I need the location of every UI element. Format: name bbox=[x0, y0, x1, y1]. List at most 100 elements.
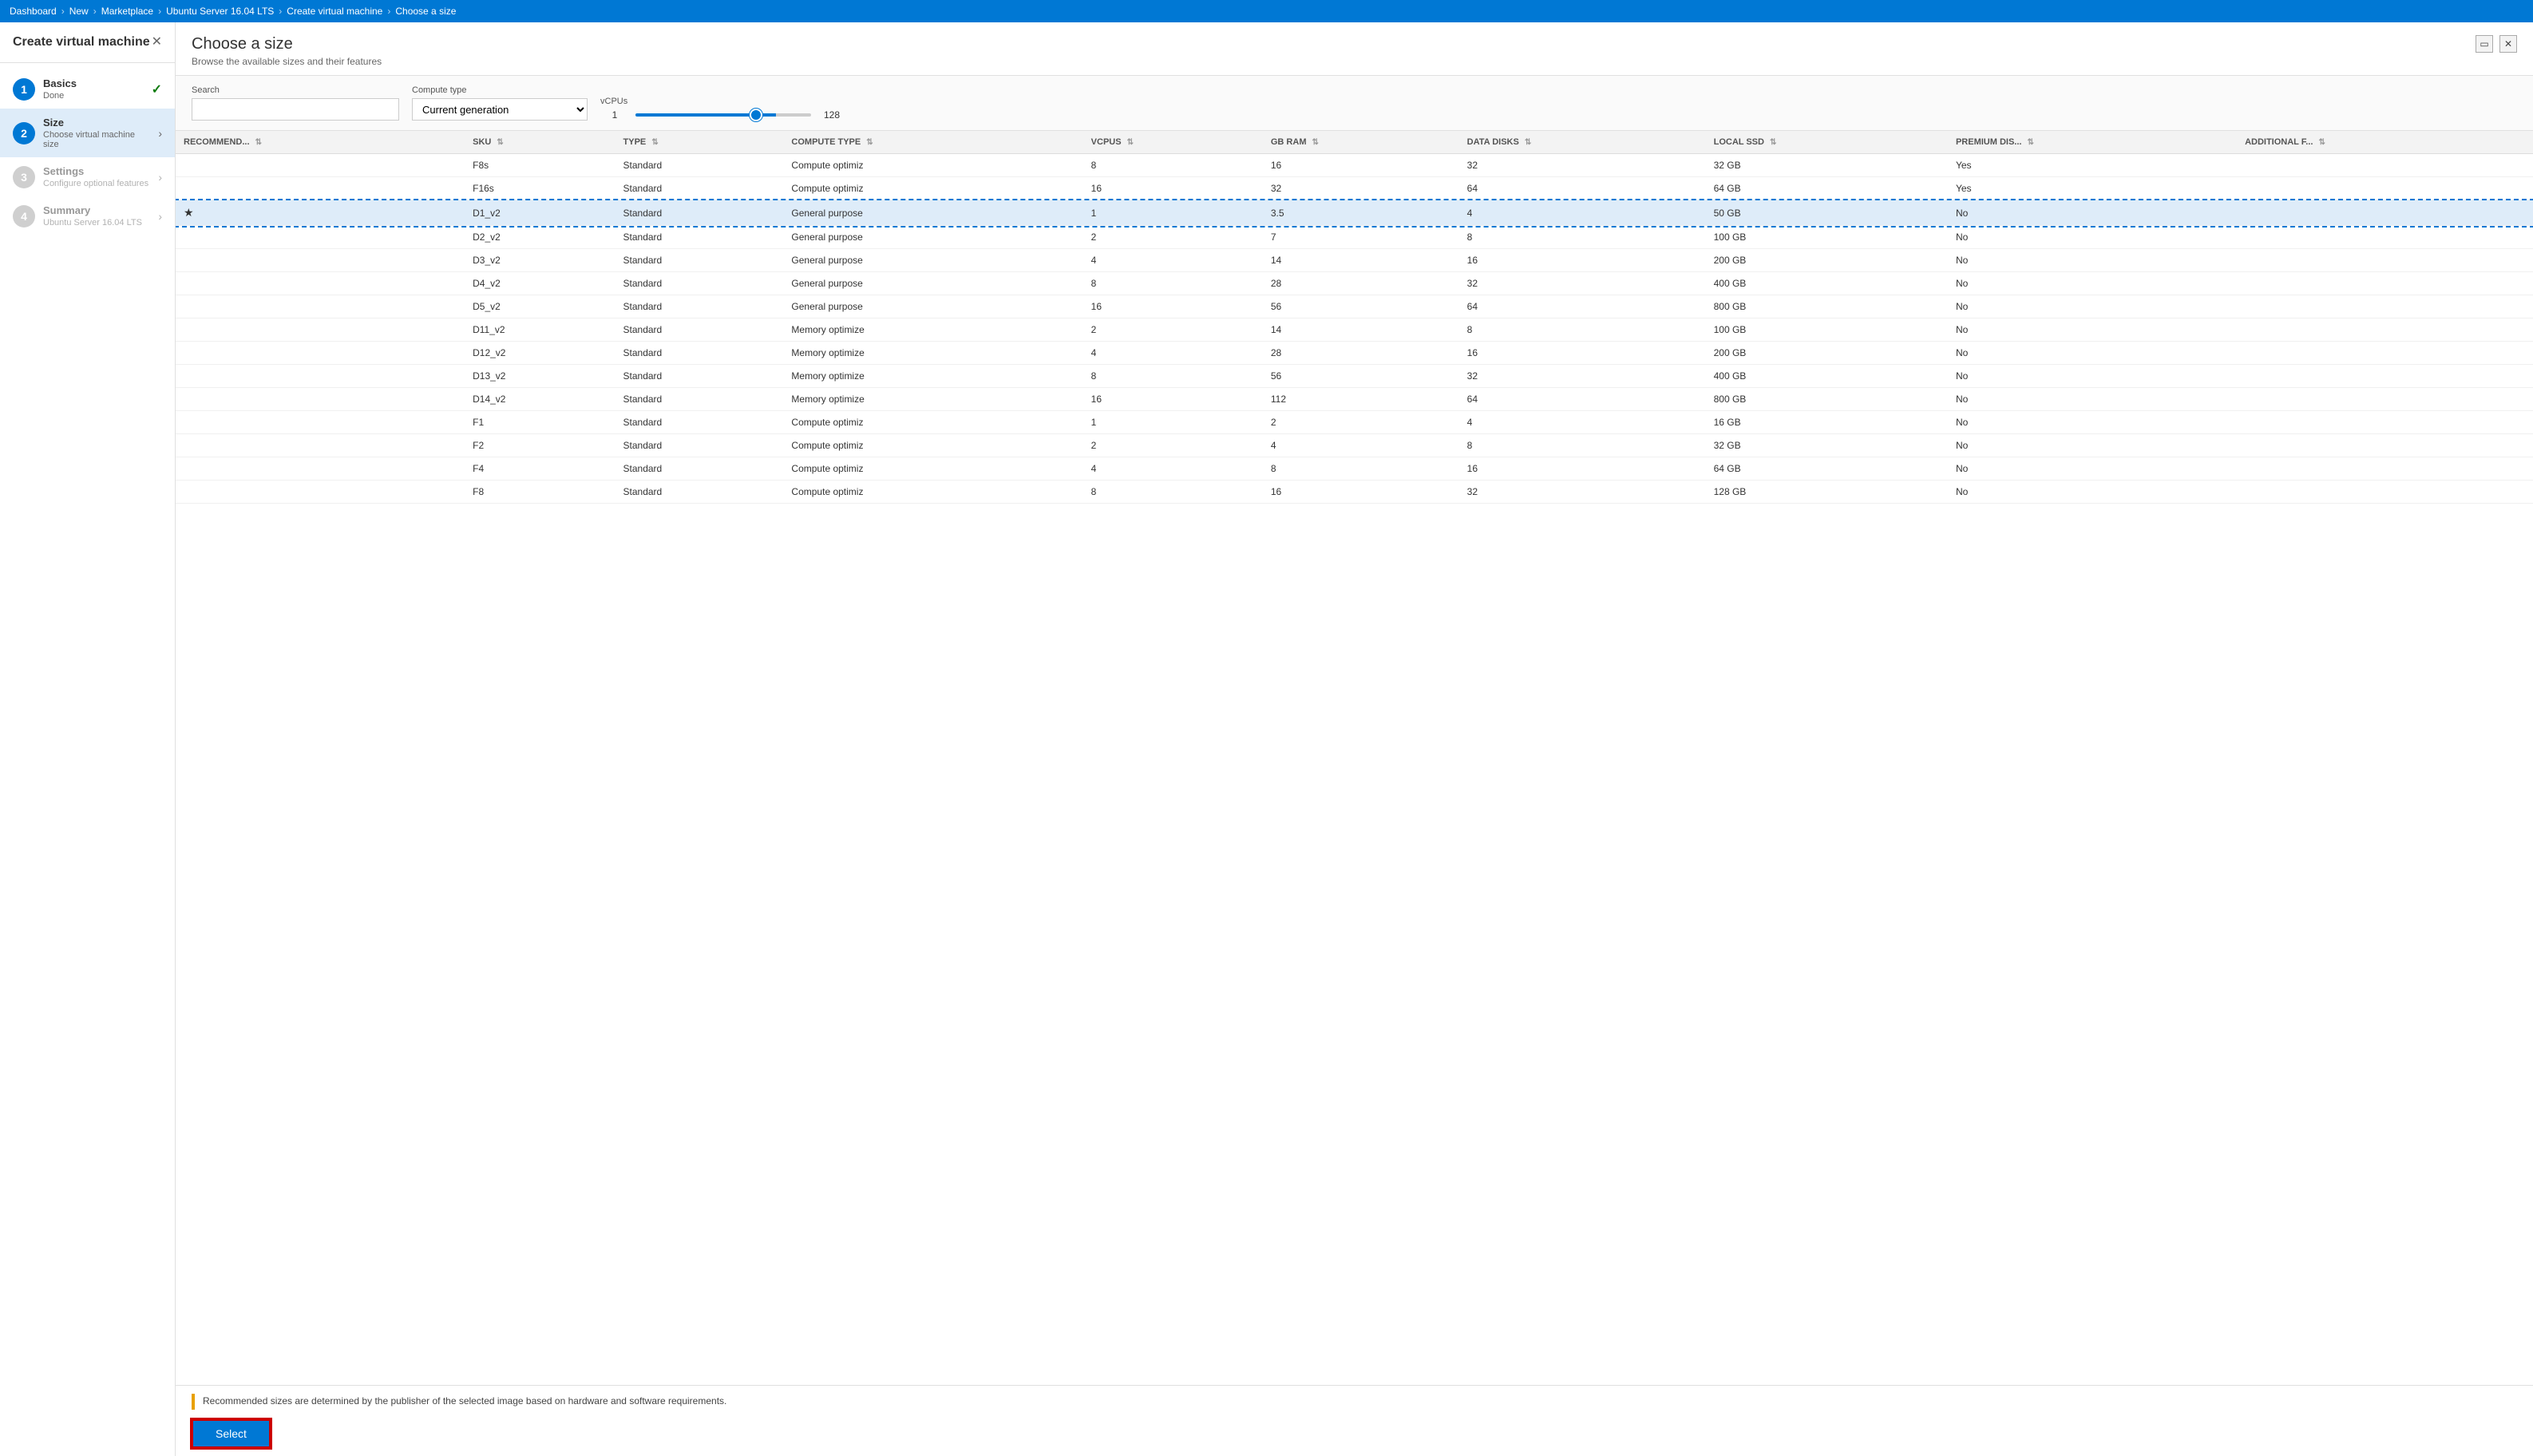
step-summary: 4 Summary Ubuntu Server 16.04 LTS › bbox=[0, 196, 175, 235]
table-row[interactable]: D3_v2StandardGeneral purpose41416200 GBN… bbox=[176, 249, 2533, 272]
table-row[interactable]: F16sStandardCompute optimiz16326464 GBYe… bbox=[176, 177, 2533, 200]
breadcrumb-dashboard[interactable]: Dashboard bbox=[10, 6, 57, 17]
table-row[interactable]: F4StandardCompute optimiz481664 GBNo bbox=[176, 457, 2533, 481]
table-row[interactable]: ★D1_v2StandardGeneral purpose13.5450 GBN… bbox=[176, 200, 2533, 226]
minimize-button[interactable]: ▭ bbox=[2476, 35, 2493, 53]
cell-data_disks: 64 bbox=[1459, 177, 1706, 200]
step-size[interactable]: 2 Size Choose virtual machine size › bbox=[0, 109, 175, 157]
vcpu-slider[interactable] bbox=[635, 113, 811, 117]
step-summary-num: 4 bbox=[13, 205, 35, 228]
cell-vcpus: 8 bbox=[1083, 365, 1263, 388]
table-row[interactable]: D14_v2StandardMemory optimize1611264800 … bbox=[176, 388, 2533, 411]
table-row[interactable]: F1StandardCompute optimiz12416 GBNo bbox=[176, 411, 2533, 434]
notice-text: Recommended sizes are determined by the … bbox=[203, 1394, 726, 1408]
cell-additional_f bbox=[2237, 272, 2533, 295]
cell-compute_type: Memory optimize bbox=[783, 388, 1082, 411]
breadcrumb-new[interactable]: New bbox=[69, 6, 89, 17]
close-panel-button[interactable]: ✕ bbox=[2499, 35, 2517, 53]
table-row[interactable]: F2StandardCompute optimiz24832 GBNo bbox=[176, 434, 2533, 457]
cell-additional_f bbox=[2237, 177, 2533, 200]
cell-type: Standard bbox=[615, 457, 784, 481]
compute-type-label: Compute type bbox=[412, 85, 588, 95]
col-vcpus[interactable]: VCPUS ⇅ bbox=[1083, 131, 1263, 154]
table-row[interactable]: D13_v2StandardMemory optimize85632400 GB… bbox=[176, 365, 2533, 388]
cell-premium_dis: No bbox=[1948, 365, 2237, 388]
step-size-num: 2 bbox=[13, 122, 35, 144]
cell-type: Standard bbox=[615, 200, 784, 226]
col-data-disks[interactable]: DATA DISKS ⇅ bbox=[1459, 131, 1706, 154]
cell-local_ssd: 16 GB bbox=[1706, 411, 1948, 434]
cell-additional_f bbox=[2237, 295, 2533, 318]
cell-additional_f bbox=[2237, 434, 2533, 457]
cell-recommended bbox=[176, 177, 465, 200]
select-button[interactable]: Select bbox=[192, 1419, 271, 1448]
panel-title: Create virtual machine ✕ bbox=[0, 35, 175, 63]
cell-additional_f bbox=[2237, 200, 2533, 226]
cell-local_ssd: 800 GB bbox=[1706, 295, 1948, 318]
bottom-bar: Recommended sizes are determined by the … bbox=[176, 1385, 2533, 1456]
breadcrumb-marketplace[interactable]: Marketplace bbox=[101, 6, 153, 17]
cell-type: Standard bbox=[615, 411, 784, 434]
cell-sku: D12_v2 bbox=[465, 342, 615, 365]
col-sku[interactable]: SKU ⇅ bbox=[465, 131, 615, 154]
cell-vcpus: 8 bbox=[1083, 481, 1263, 504]
cell-vcpus: 2 bbox=[1083, 226, 1263, 249]
col-premium-dis[interactable]: PREMIUM DIS... ⇅ bbox=[1948, 131, 2237, 154]
cell-sku: D13_v2 bbox=[465, 365, 615, 388]
table-row[interactable]: F8StandardCompute optimiz81632128 GBNo bbox=[176, 481, 2533, 504]
col-compute-type[interactable]: COMPUTE TYPE ⇅ bbox=[783, 131, 1082, 154]
cell-sku: D1_v2 bbox=[465, 200, 615, 226]
cell-premium_dis: No bbox=[1948, 272, 2237, 295]
cell-local_ssd: 200 GB bbox=[1706, 249, 1948, 272]
col-gb-ram[interactable]: GB RAM ⇅ bbox=[1263, 131, 1459, 154]
cell-vcpus: 8 bbox=[1083, 154, 1263, 177]
cell-sku: D2_v2 bbox=[465, 226, 615, 249]
cell-premium_dis: No bbox=[1948, 226, 2237, 249]
cell-sku: F4 bbox=[465, 457, 615, 481]
filter-bar: Search Compute type Current generation A… bbox=[176, 76, 2533, 131]
cell-data_disks: 32 bbox=[1459, 272, 1706, 295]
table-row[interactable]: D12_v2StandardMemory optimize42816200 GB… bbox=[176, 342, 2533, 365]
cell-data_disks: 16 bbox=[1459, 457, 1706, 481]
cell-recommended bbox=[176, 318, 465, 342]
table-row[interactable]: D5_v2StandardGeneral purpose165664800 GB… bbox=[176, 295, 2533, 318]
col-type[interactable]: TYPE ⇅ bbox=[615, 131, 784, 154]
table-row[interactable]: D2_v2StandardGeneral purpose278100 GBNo bbox=[176, 226, 2533, 249]
cell-vcpus: 1 bbox=[1083, 200, 1263, 226]
col-recommended[interactable]: RECOMMEND... ⇅ bbox=[176, 131, 465, 154]
close-button[interactable]: ✕ bbox=[152, 36, 162, 49]
breadcrumb-create-vm[interactable]: Create virtual machine bbox=[287, 6, 382, 17]
right-panel: Choose a size Browse the available sizes… bbox=[176, 22, 2533, 1456]
step-size-arrow: › bbox=[158, 127, 162, 140]
compute-type-select[interactable]: Current generation All generations Class… bbox=[412, 98, 588, 121]
cell-local_ssd: 100 GB bbox=[1706, 318, 1948, 342]
cell-vcpus: 16 bbox=[1083, 388, 1263, 411]
step-basics[interactable]: 1 Basics Done ✓ bbox=[0, 69, 175, 109]
cell-additional_f bbox=[2237, 226, 2533, 249]
cell-compute_type: General purpose bbox=[783, 272, 1082, 295]
cell-recommended bbox=[176, 457, 465, 481]
cell-vcpus: 16 bbox=[1083, 177, 1263, 200]
table-row[interactable]: F8sStandardCompute optimiz8163232 GBYes bbox=[176, 154, 2533, 177]
search-input[interactable] bbox=[192, 98, 399, 121]
cell-compute_type: General purpose bbox=[783, 249, 1082, 272]
cell-recommended bbox=[176, 481, 465, 504]
cell-type: Standard bbox=[615, 154, 784, 177]
table-row[interactable]: D11_v2StandardMemory optimize2148100 GBN… bbox=[176, 318, 2533, 342]
cell-sku: D11_v2 bbox=[465, 318, 615, 342]
table-row[interactable]: D4_v2StandardGeneral purpose82832400 GBN… bbox=[176, 272, 2533, 295]
cell-compute_type: Compute optimiz bbox=[783, 177, 1082, 200]
cell-recommended bbox=[176, 411, 465, 434]
col-local-ssd[interactable]: LOCAL SSD ⇅ bbox=[1706, 131, 1948, 154]
col-additional-f[interactable]: ADDITIONAL F... ⇅ bbox=[2237, 131, 2533, 154]
cell-data_disks: 8 bbox=[1459, 318, 1706, 342]
cell-sku: F8 bbox=[465, 481, 615, 504]
cell-local_ssd: 400 GB bbox=[1706, 365, 1948, 388]
vcpu-label: vCPUs bbox=[600, 97, 846, 106]
vm-size-table-area: RECOMMEND... ⇅ SKU ⇅ TYPE ⇅ COMPUTE TYPE… bbox=[176, 131, 2533, 1385]
cell-gb_ram: 112 bbox=[1263, 388, 1459, 411]
cell-gb_ram: 56 bbox=[1263, 365, 1459, 388]
breadcrumb-ubuntu[interactable]: Ubuntu Server 16.04 LTS bbox=[166, 6, 274, 17]
cell-recommended: ★ bbox=[176, 200, 465, 226]
cell-type: Standard bbox=[615, 342, 784, 365]
